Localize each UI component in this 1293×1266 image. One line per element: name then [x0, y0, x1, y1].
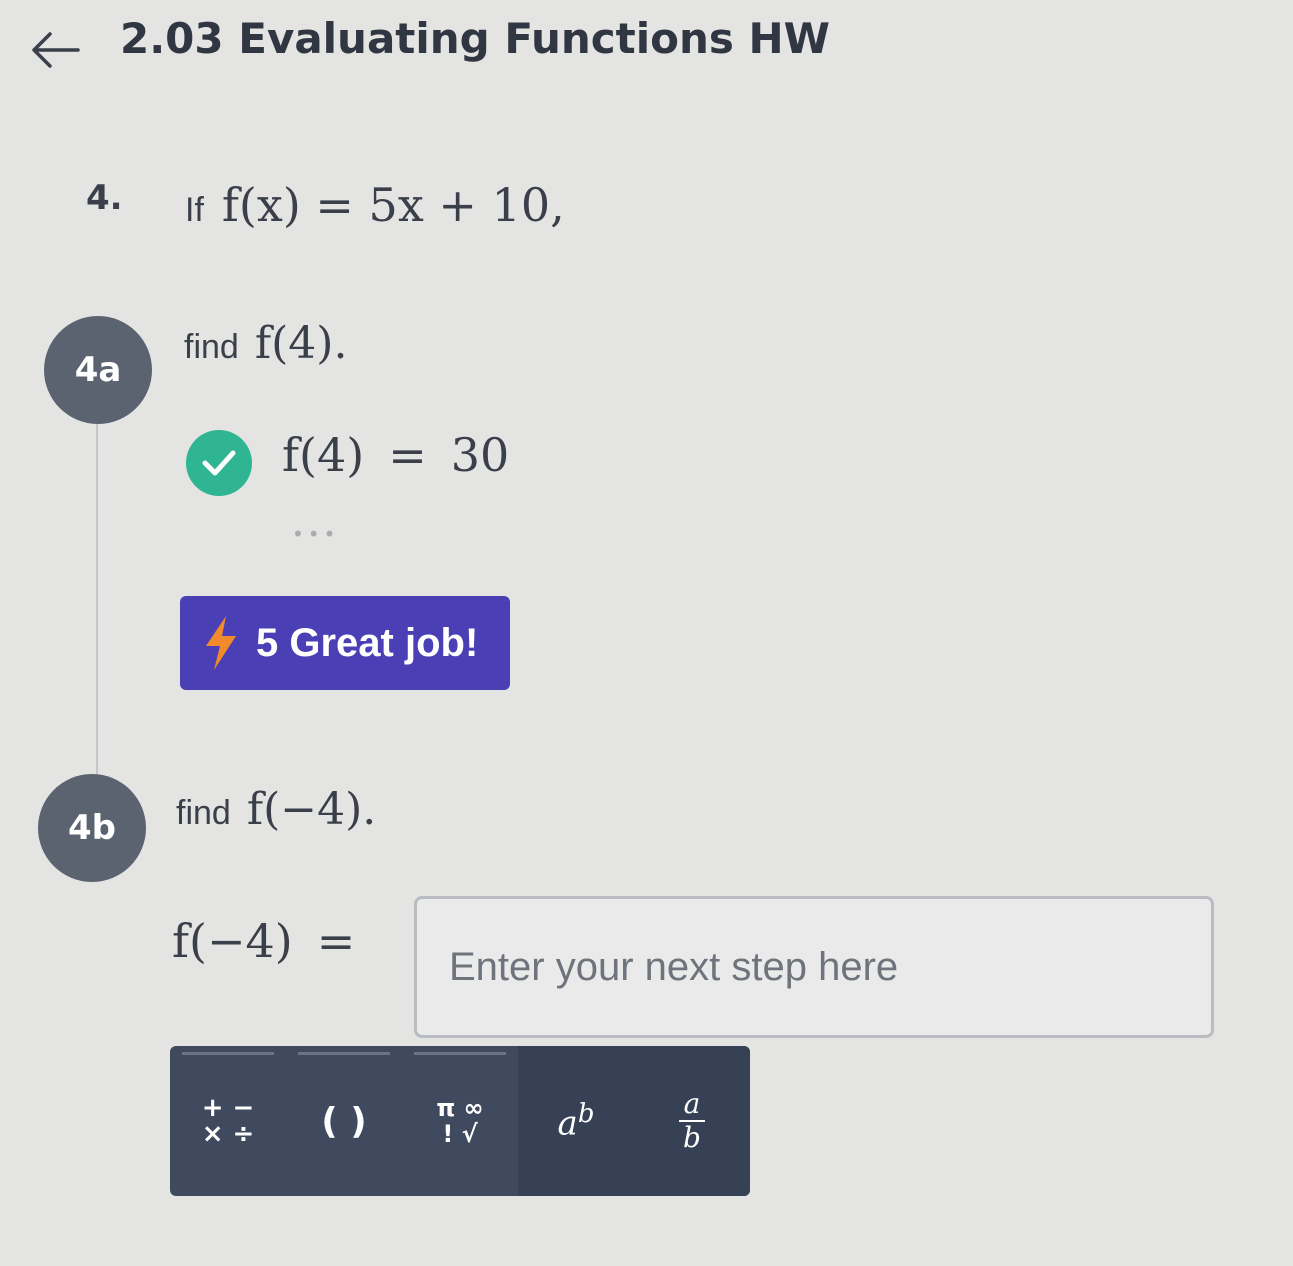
streak-badge: 5 Great job! — [180, 596, 510, 690]
question-prefix: If — [185, 191, 204, 229]
part-4a-answer-value: 30 — [450, 428, 510, 482]
part-4a-expression: f(4). — [254, 318, 348, 369]
checkmark-icon — [202, 450, 236, 476]
part-4b-marker: 4b — [38, 774, 146, 882]
question-number: 4. — [86, 178, 123, 218]
special-bottom: ! √ — [442, 1120, 478, 1148]
exponent-label: ab — [558, 1099, 595, 1143]
part-4a-prompt: find f(4). — [184, 318, 347, 369]
fraction-numerator: a — [683, 1087, 701, 1120]
badge-text: 5 Great job! — [256, 620, 479, 665]
fraction-label: a b — [679, 1088, 705, 1154]
part-timeline — [96, 424, 98, 774]
question-stem: If f(x) = 5x + 10, — [185, 178, 565, 232]
operators-top: + − — [201, 1093, 255, 1123]
page-title: 2.03 Evaluating Functions HW — [120, 14, 830, 63]
math-toolbar: + − × ÷ ( ) π ∞ ! √ ab a b — [170, 1046, 750, 1196]
part-4a-prompt-label: find — [184, 328, 239, 366]
operators-bottom: × ÷ — [201, 1119, 255, 1149]
part-4a-answer-equals: = — [388, 428, 427, 482]
part-4a-marker: 4a — [44, 316, 152, 424]
answer-input[interactable] — [414, 896, 1214, 1038]
part-4a-answer-lhs: f(4) — [282, 428, 365, 482]
part-4b-prompt-label: find — [176, 794, 231, 832]
part-4a-answer: f(4) = 30 — [282, 428, 509, 482]
correct-check-icon — [186, 430, 252, 496]
parentheses-label: ( ) — [321, 1100, 367, 1142]
fraction-denominator: b — [683, 1121, 701, 1154]
part-4b-prompt: find f(−4). — [176, 784, 376, 835]
part-4b-answer-equals: = — [316, 914, 356, 968]
parentheses-button[interactable]: ( ) — [286, 1046, 402, 1196]
question-expression: f(x) = 5x + 10, — [221, 178, 565, 232]
part-4b-answer-label: f(−4) = — [172, 914, 355, 968]
lightning-bolt-icon — [206, 616, 236, 670]
exponent-power: b — [577, 1098, 595, 1129]
part-4b-expression: f(−4). — [246, 784, 377, 835]
exponent-base: a — [557, 1103, 578, 1144]
exponent-button[interactable]: ab — [518, 1046, 634, 1196]
special-top: π ∞ — [436, 1094, 484, 1122]
back-arrow-icon[interactable] — [28, 30, 80, 70]
part-4b-answer-lhs: f(−4) — [172, 914, 293, 968]
operators-button[interactable]: + − × ÷ — [170, 1046, 286, 1196]
special-symbols-button[interactable]: π ∞ ! √ — [402, 1046, 518, 1196]
fraction-button[interactable]: a b — [634, 1046, 750, 1196]
more-options-icon[interactable]: ••• — [292, 522, 339, 546]
